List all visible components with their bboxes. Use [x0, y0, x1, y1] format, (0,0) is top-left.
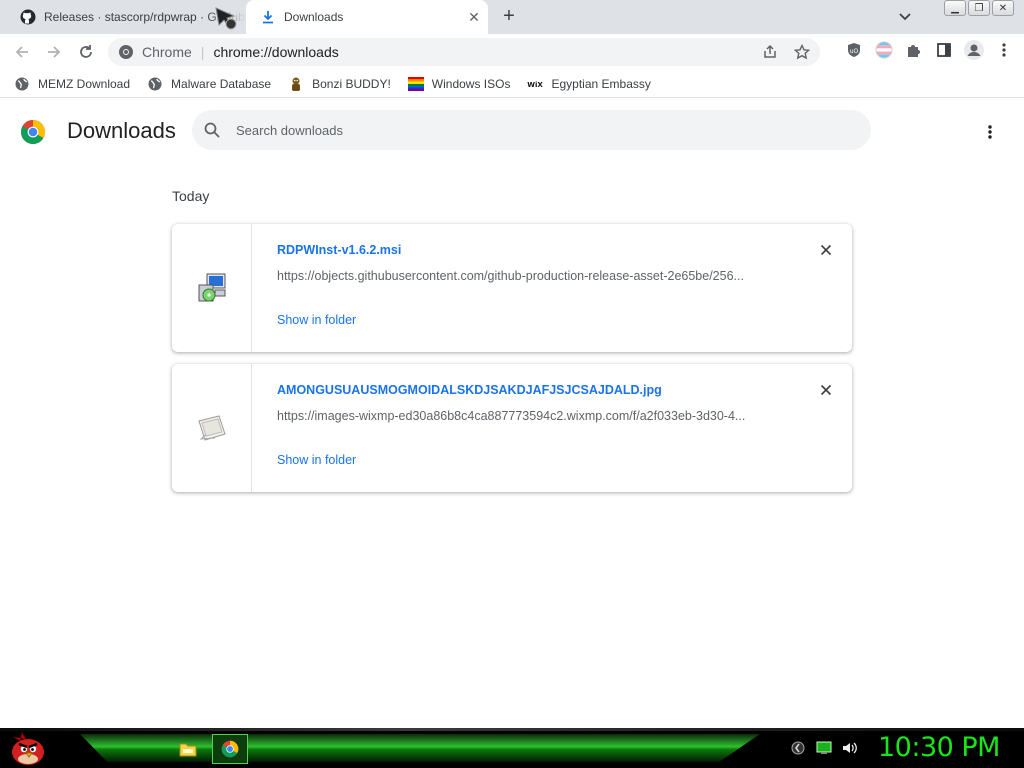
bookmark-label: Windows ISOs	[431, 76, 511, 91]
restore-button[interactable]: ❐	[968, 0, 990, 16]
globe-icon	[147, 76, 163, 92]
rainbow-flag-icon	[407, 76, 424, 92]
address-bar[interactable]: Chrome | chrome://downloads	[108, 38, 820, 66]
search-input[interactable]	[236, 122, 836, 138]
download-item: AMONGUSUAUSMOGMOIDALSKDJSAKDJAFJSJCSAJDA…	[172, 364, 852, 492]
bookmark-label: Bonzi BUDDY!	[312, 76, 391, 91]
extensions-puzzle-icon[interactable]	[904, 40, 924, 60]
chrome-menu-icon[interactable]	[994, 40, 1014, 60]
browser-toolbar: Chrome | chrome://downloads uO	[0, 34, 1024, 70]
bookmark-memz-download[interactable]: MEMZ Download	[14, 76, 130, 92]
volume-icon[interactable]	[842, 740, 858, 756]
taskbar-border	[0, 728, 1024, 731]
start-button-angry-bird-icon[interactable]	[8, 729, 48, 767]
search-downloads-box[interactable]	[192, 110, 871, 150]
trans-flag-extension-icon[interactable]	[874, 40, 894, 60]
bookmark-windows-isos[interactable]: Windows ISOs	[407, 76, 511, 92]
bookmark-egyptian-embassy[interactable]: WiX Egyptian Embassy	[527, 76, 651, 92]
svg-text:uO: uO	[850, 48, 859, 55]
bookmarks-bar: MEMZ Download Malware Database Bonzi BUD…	[0, 70, 1024, 98]
bookmark-label: MEMZ Download	[38, 76, 131, 91]
minimize-button[interactable]: ▁	[944, 0, 966, 16]
wix-icon: WiX	[527, 76, 544, 92]
window-controls: ▁ ❐ ✕	[944, 0, 1014, 16]
side-panel-icon[interactable]	[934, 40, 954, 60]
date-section-label: Today	[172, 188, 210, 204]
ublock-icon[interactable]: uO	[844, 40, 864, 60]
remove-download-close-icon[interactable]	[816, 380, 836, 400]
bonzi-icon	[288, 76, 304, 92]
search-icon	[202, 120, 222, 140]
tab-downloads[interactable]: Downloads ✕	[246, 0, 488, 34]
chrome-logo-icon	[118, 44, 134, 60]
taskbar-file-explorer-icon[interactable]	[170, 734, 206, 764]
download-icon	[260, 9, 276, 25]
omnibox-url[interactable]: chrome://downloads	[213, 44, 338, 60]
svg-text:WiX: WiX	[528, 81, 544, 89]
profile-avatar-icon[interactable]	[964, 40, 984, 60]
download-source-url[interactable]: https://images-wixmp-ed30a86b8c4ca887773…	[277, 409, 777, 423]
downloads-page: Downloads Today RDPWInst-v1.6.2.msi http…	[0, 98, 1024, 728]
tab-title: Downloads	[284, 10, 344, 24]
tab-close-icon[interactable]: ✕	[466, 9, 482, 25]
tab-strip: Releases · stascorp/rdpwrap · GitHub Dow…	[0, 0, 1024, 34]
bookmark-malware-database[interactable]: Malware Database	[147, 76, 271, 92]
back-button[interactable]	[10, 40, 34, 64]
bookmark-label: Malware Database	[171, 76, 272, 91]
remove-download-close-icon[interactable]	[816, 240, 836, 260]
bookmark-bonzi-buddy[interactable]: Bonzi BUDDY!	[288, 76, 391, 92]
close-button[interactable]: ✕	[992, 0, 1014, 16]
share-icon[interactable]	[760, 42, 780, 62]
show-in-folder-link[interactable]: Show in folder	[277, 313, 356, 327]
network-icon[interactable]	[816, 740, 832, 756]
bookmark-star-icon[interactable]	[792, 42, 812, 62]
show-in-folder-link[interactable]: Show in folder	[277, 453, 356, 467]
downloads-header: Downloads	[0, 98, 1024, 164]
reload-button[interactable]	[74, 40, 98, 64]
msi-installer-icon	[172, 224, 252, 352]
omnibox-scheme-label: Chrome	[142, 44, 192, 60]
download-item: RDPWInst-v1.6.2.msi https://objects.gith…	[172, 224, 852, 352]
omnibox-separator: |	[200, 44, 205, 60]
new-tab-button[interactable]: +	[498, 6, 520, 28]
chrome-logo-icon	[20, 119, 46, 145]
taskbar-clock[interactable]: 10:30 PM	[878, 732, 1000, 763]
system-tray	[790, 740, 858, 756]
globe-icon	[14, 76, 30, 92]
download-filename-link[interactable]: RDPWInst-v1.6.2.msi	[277, 243, 401, 257]
bookmark-label: Egyptian Embassy	[551, 76, 651, 91]
taskbar: 10:30 PM	[0, 728, 1024, 768]
github-icon	[20, 9, 36, 25]
image-file-icon	[172, 364, 252, 492]
tab-search-chevron-icon[interactable]	[895, 8, 915, 26]
download-source-url[interactable]: https://objects.githubusercontent.com/gi…	[277, 269, 777, 283]
downloads-more-menu-icon[interactable]	[978, 120, 1002, 144]
tab-github-releases[interactable]: Releases · stascorp/rdpwrap · GitHub	[0, 0, 246, 34]
page-title: Downloads	[67, 118, 176, 143]
download-filename-link[interactable]: AMONGUSUAUSMOGMOIDALSKDJSAKDJAFJSJCSAJDA…	[277, 383, 662, 397]
taskbar-chrome-icon[interactable]	[212, 734, 248, 764]
tray-app-icon[interactable]	[790, 740, 806, 756]
mouse-cursor-icon	[214, 6, 244, 34]
forward-button[interactable]	[42, 40, 66, 64]
